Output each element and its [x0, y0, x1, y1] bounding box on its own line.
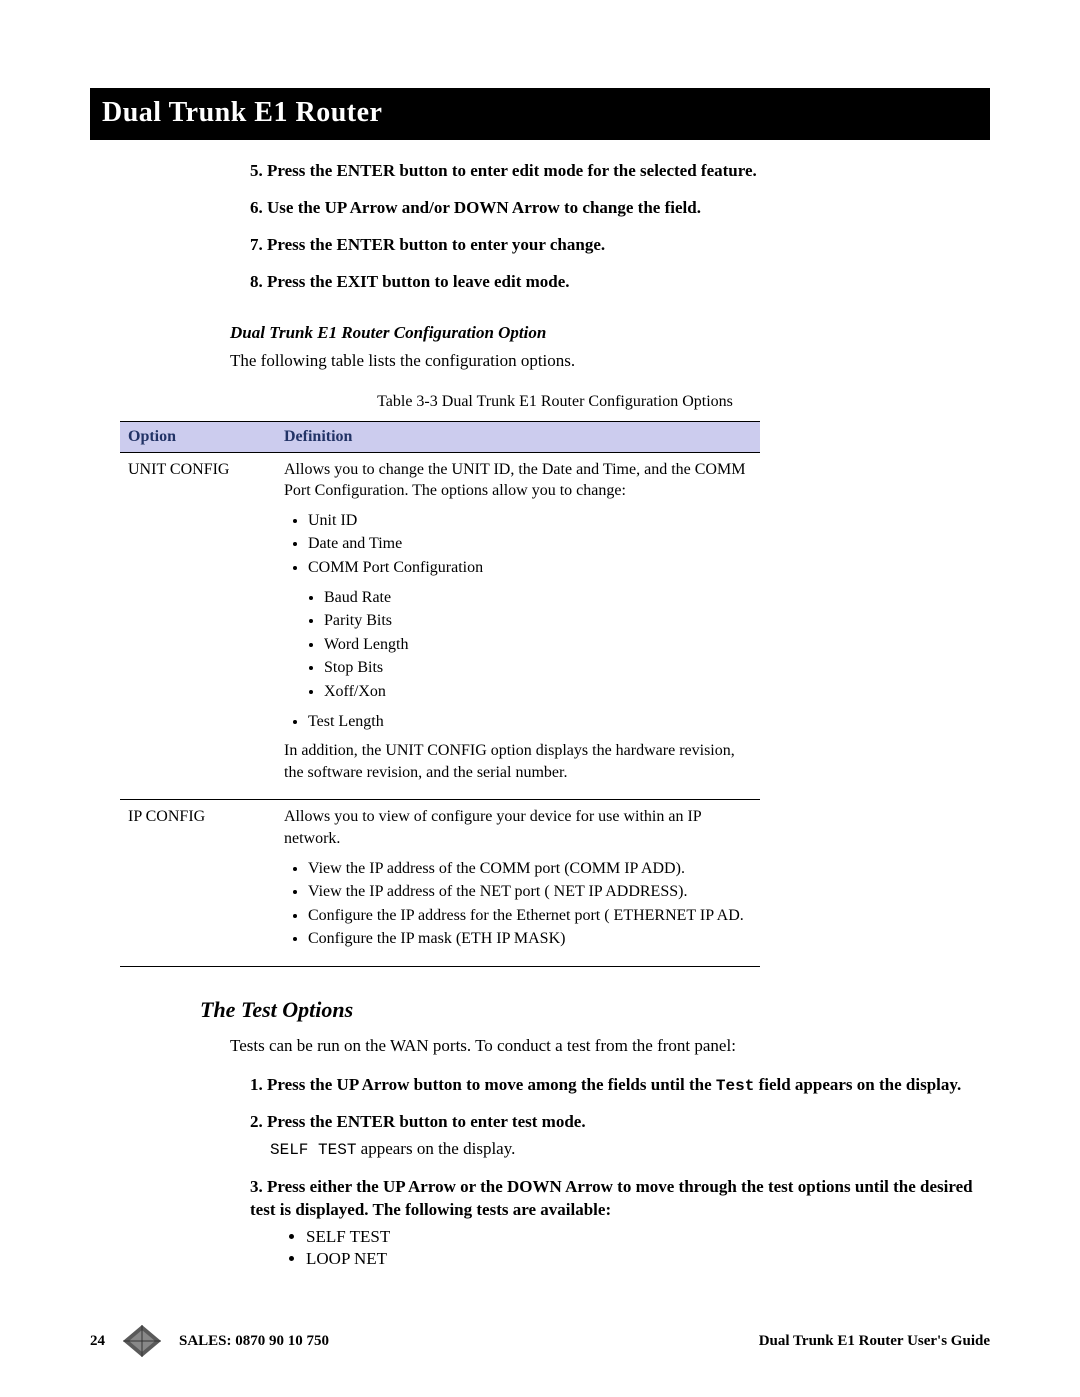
page-header-title: Dual Trunk E1 Router: [90, 88, 990, 140]
row1-tail: In addition, the UNIT CONFIG option disp…: [284, 740, 752, 783]
table-row: UNIT CONFIG Allows you to change the UNI…: [120, 452, 760, 800]
list-item: Baud Rate: [324, 587, 752, 609]
list-item: Configure the IP mask (ETH IP MASK): [308, 928, 752, 950]
list-item: Parity Bits: [324, 610, 752, 632]
test-step-3-text: 3. Press either the UP Arrow or the DOWN…: [250, 1176, 990, 1222]
list-item: Stop Bits: [324, 657, 752, 679]
table-row: IP CONFIG Allows you to view of configur…: [120, 800, 760, 967]
list-item: COMM Port Configuration: [308, 557, 752, 579]
cell-option: IP CONFIG: [120, 800, 276, 967]
page-number: 24: [90, 1331, 105, 1351]
diamond-icon: [123, 1325, 161, 1357]
list-item: View the IP address of the NET port ( NE…: [308, 881, 752, 903]
list-item: Unit ID: [308, 510, 752, 532]
test-step-2: 2. Press the ENTER button to enter test …: [250, 1111, 990, 1162]
table-caption: Table 3-3 Dual Trunk E1 Router Configura…: [120, 391, 990, 413]
list-item: LOOP NET: [306, 1248, 990, 1271]
test-step-2-sub: SELF TEST appears on the display.: [270, 1138, 990, 1162]
list-item: Date and Time: [308, 533, 752, 555]
step-7: 7. Press the ENTER button to enter your …: [250, 234, 990, 257]
test-step-2-text: 2. Press the ENTER button to enter test …: [250, 1111, 990, 1134]
test-step-3: 3. Press either the UP Arrow or the DOWN…: [250, 1176, 990, 1272]
list-item: Configure the IP address for the Etherne…: [308, 905, 752, 927]
test-intro: Tests can be run on the WAN ports. To co…: [230, 1035, 990, 1058]
cell-definition: Allows you to change the UNIT ID, the Da…: [276, 452, 760, 800]
selftest-suffix: appears on the display.: [356, 1139, 515, 1158]
cell-definition: Allows you to view of configure your dev…: [276, 800, 760, 967]
step-8: 8. Press the EXIT button to leave edit m…: [250, 271, 990, 294]
edit-mode-steps: 5. Press the ENTER button to enter edit …: [250, 160, 990, 294]
test-step-1b: field appears on the display.: [754, 1075, 961, 1094]
guide-title: Dual Trunk E1 Router User's Guide: [759, 1331, 990, 1351]
row1-lead: Allows you to change the UNIT ID, the Da…: [284, 459, 752, 502]
sales-phone: SALES: 0870 90 10 750: [179, 1331, 329, 1351]
config-intro: The following table lists the configurat…: [230, 350, 990, 373]
step-5: 5. Press the ENTER button to enter edit …: [250, 160, 990, 183]
list-item: SELF TEST: [306, 1226, 990, 1249]
config-subheading: Dual Trunk E1 Router Configuration Optio…: [230, 322, 990, 345]
config-table: Option Definition UNIT CONFIG Allows you…: [120, 421, 760, 967]
selftest-label: SELF TEST: [270, 1141, 356, 1159]
list-item: View the IP address of the COMM port (CO…: [308, 858, 752, 880]
test-step-1: 1. Press the UP Arrow button to move amo…: [250, 1074, 990, 1098]
cell-option: UNIT CONFIG: [120, 452, 276, 800]
page-footer: 24 SALES: 0870 90 10 750 Dual Trunk E1 R…: [90, 1325, 990, 1357]
th-definition: Definition: [276, 422, 760, 453]
list-item: Word Length: [324, 634, 752, 656]
th-option: Option: [120, 422, 276, 453]
test-step-1-testword: Test: [716, 1077, 754, 1095]
test-options-heading: The Test Options: [200, 995, 990, 1025]
list-item: Xoff/Xon: [324, 681, 752, 703]
test-step-1a: 1. Press the UP Arrow button to move amo…: [250, 1075, 716, 1094]
list-item: Test Length: [308, 711, 752, 733]
test-steps: 1. Press the UP Arrow button to move amo…: [250, 1074, 990, 1272]
step-6: 6. Use the UP Arrow and/or DOWN Arrow to…: [250, 197, 990, 220]
row2-lead: Allows you to view of configure your dev…: [284, 806, 752, 849]
